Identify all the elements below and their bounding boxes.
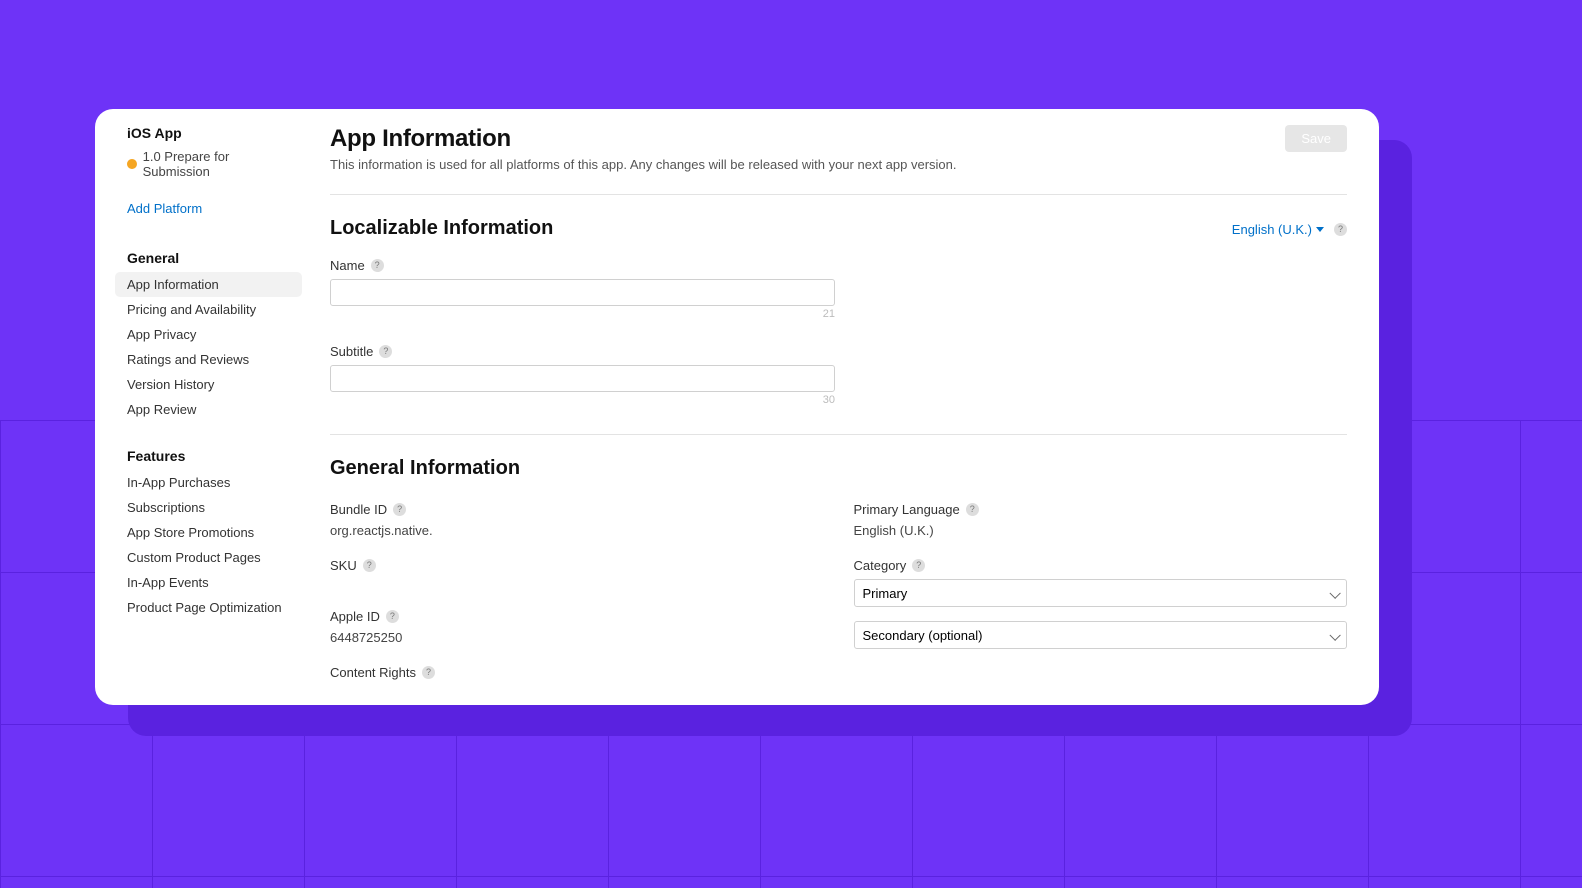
category-primary-select[interactable]: Primary — [854, 579, 1348, 607]
language-selector[interactable]: English (U.K.) ? — [1232, 222, 1347, 237]
subtitle-input[interactable] — [330, 365, 835, 392]
app-info-card: iOS App 1.0 Prepare for Submission Add P… — [95, 109, 1379, 705]
sidebar-status[interactable]: 1.0 Prepare for Submission — [95, 143, 310, 193]
language-selector-label: English (U.K.) — [1232, 222, 1312, 237]
add-platform-link[interactable]: Add Platform — [95, 193, 310, 224]
name-field-label: Name ? — [330, 258, 1347, 273]
help-icon[interactable]: ? — [363, 559, 376, 572]
category-label-text: Category — [854, 558, 907, 573]
subtitle-label-text: Subtitle — [330, 344, 373, 359]
sidebar-item-app-review[interactable]: App Review — [115, 397, 302, 422]
sidebar-app-name: iOS App — [95, 125, 310, 143]
sidebar-group-features: Features — [95, 422, 310, 470]
page-title: App Information — [330, 125, 956, 153]
save-button[interactable]: Save — [1285, 125, 1347, 152]
sidebar-item-app-privacy[interactable]: App Privacy — [115, 322, 302, 347]
content-rights-label-text: Content Rights — [330, 665, 416, 680]
general-info-section-title: General Information — [330, 457, 520, 480]
sidebar-item-app-information[interactable]: App Information — [115, 272, 302, 297]
primary-language-value: English (U.K.) — [854, 523, 1348, 538]
sidebar-item-app-store-promotions[interactable]: App Store Promotions — [115, 520, 302, 545]
sidebar-item-subscriptions[interactable]: Subscriptions — [115, 495, 302, 520]
sidebar: iOS App 1.0 Prepare for Submission Add P… — [95, 109, 310, 705]
content-rights-label: Content Rights ? — [330, 665, 824, 680]
chevron-down-icon — [1316, 227, 1324, 232]
apple-id-value: 6448725250 — [330, 630, 824, 645]
bundle-id-label-text: Bundle ID — [330, 502, 387, 517]
sidebar-group-general: General — [95, 224, 310, 272]
sku-label-text: SKU — [330, 558, 357, 573]
bundle-id-label: Bundle ID ? — [330, 502, 824, 517]
apple-id-label-text: Apple ID — [330, 609, 380, 624]
help-icon[interactable]: ? — [371, 259, 384, 272]
sidebar-item-version-history[interactable]: Version History — [115, 372, 302, 397]
help-icon[interactable]: ? — [379, 345, 392, 358]
general-info-right-column: Primary Language ? English (U.K.) Catego… — [854, 484, 1348, 680]
help-icon[interactable]: ? — [966, 503, 979, 516]
sku-label: SKU ? — [330, 558, 824, 573]
help-icon[interactable]: ? — [393, 503, 406, 516]
name-label-text: Name — [330, 258, 365, 273]
page-description: This information is used for all platfor… — [330, 157, 956, 172]
sidebar-item-custom-product-pages[interactable]: Custom Product Pages — [115, 545, 302, 570]
bundle-id-value: org.reactjs.native. — [330, 523, 824, 538]
sidebar-item-product-page-optimization[interactable]: Product Page Optimization — [115, 595, 302, 620]
section-divider — [330, 434, 1347, 435]
subtitle-field-label: Subtitle ? — [330, 344, 1347, 359]
main-content: App Information This information is used… — [310, 109, 1379, 705]
help-icon[interactable]: ? — [912, 559, 925, 572]
help-icon[interactable]: ? — [422, 666, 435, 679]
help-icon[interactable]: ? — [386, 610, 399, 623]
primary-language-label: Primary Language ? — [854, 502, 1348, 517]
name-char-count: 21 — [330, 308, 835, 320]
general-info-left-column: Bundle ID ? org.reactjs.native. SKU ? Ap… — [330, 484, 824, 680]
subtitle-char-count: 30 — [330, 394, 835, 406]
status-dot-icon — [127, 159, 137, 169]
localizable-section-title: Localizable Information — [330, 217, 553, 240]
sidebar-item-in-app-purchases[interactable]: In-App Purchases — [115, 470, 302, 495]
sidebar-item-in-app-events[interactable]: In-App Events — [115, 570, 302, 595]
help-icon[interactable]: ? — [1334, 223, 1347, 236]
sidebar-item-pricing-availability[interactable]: Pricing and Availability — [115, 297, 302, 322]
category-label: Category ? — [854, 558, 1348, 573]
apple-id-label: Apple ID ? — [330, 609, 824, 624]
primary-language-label-text: Primary Language — [854, 502, 960, 517]
status-text: 1.0 Prepare for Submission — [143, 149, 294, 179]
section-divider — [330, 194, 1347, 195]
name-input[interactable] — [330, 279, 835, 306]
sidebar-item-ratings-reviews[interactable]: Ratings and Reviews — [115, 347, 302, 372]
category-secondary-select[interactable]: Secondary (optional) — [854, 621, 1348, 649]
